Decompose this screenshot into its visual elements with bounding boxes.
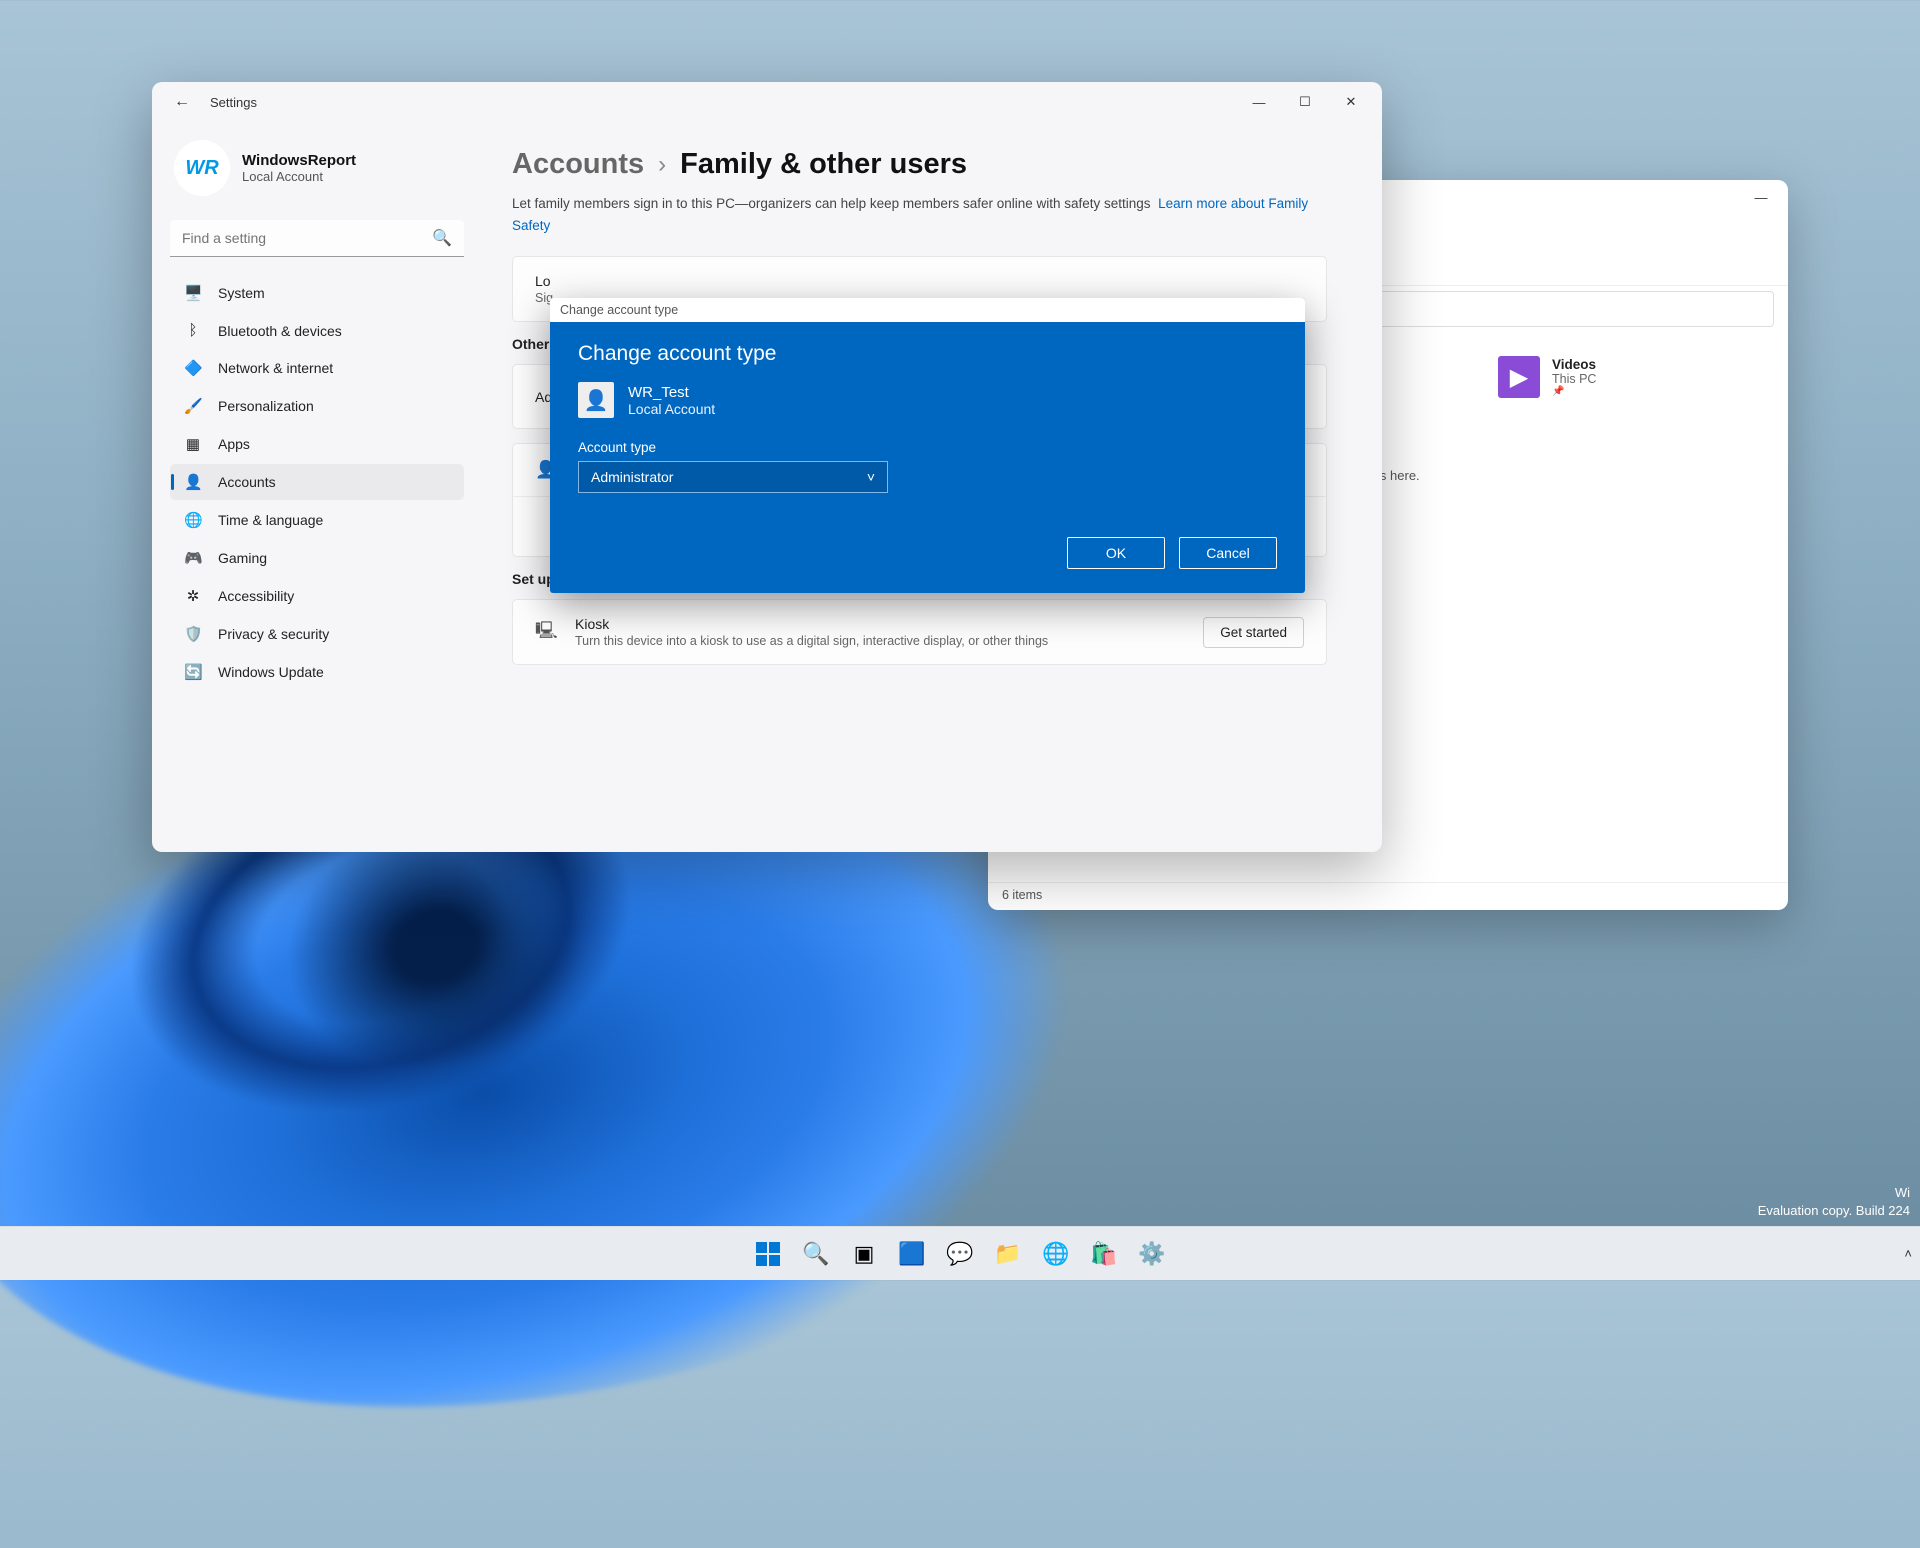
quick-item-videos[interactable]: ▶VideosThis PC📌: [1498, 356, 1698, 398]
nav-icon: 🖌️: [184, 397, 202, 415]
page-title: Family & other users: [680, 148, 967, 181]
back-button[interactable]: ←: [174, 93, 190, 111]
sidebar-item-personalization[interactable]: 🖌️ Personalization: [170, 388, 464, 424]
minimize-button[interactable]: —: [1236, 82, 1282, 122]
nav-icon: ✲: [184, 587, 202, 605]
nav-icon: 🔄: [184, 663, 202, 681]
nav-label: Accounts: [218, 474, 276, 490]
nav-icon: 🎮: [184, 549, 202, 567]
edge-taskbar-icon[interactable]: 🌐: [1034, 1232, 1078, 1276]
family-description: Let family members sign in to this PC—or…: [512, 193, 1327, 236]
system-tray[interactable]: ˄: [1904, 1246, 1912, 1261]
sidebar-item-time-language[interactable]: 🌐 Time & language: [170, 502, 464, 538]
settings-taskbar-icon[interactable]: ⚙️: [1130, 1232, 1174, 1276]
search-button[interactable]: 🔍: [794, 1232, 838, 1276]
dialog-user: 👤 WR_Test Local Account: [578, 382, 1277, 418]
person-icon: 👤: [578, 382, 614, 418]
sidebar-item-accounts[interactable]: 👤 Accounts: [170, 464, 464, 500]
nav-label: Time & language: [218, 512, 323, 528]
window-controls: — ☐ ✕: [1236, 82, 1374, 122]
sidebar: WR WindowsReport Local Account 🔍 🖥️ Syste…: [152, 122, 482, 852]
nav-icon: 👤: [184, 473, 202, 491]
search-icon: 🔍: [432, 228, 452, 248]
sidebar-item-accessibility[interactable]: ✲ Accessibility: [170, 578, 464, 614]
nav-label: Gaming: [218, 550, 267, 566]
close-button[interactable]: ✕: [1328, 82, 1374, 122]
folder-icon: ▶: [1498, 356, 1540, 398]
nav-icon: 🛡️: [184, 625, 202, 643]
nav-icon: 🌐: [184, 511, 202, 529]
start-button[interactable]: [746, 1232, 790, 1276]
cancel-button[interactable]: Cancel: [1179, 537, 1277, 569]
store-taskbar-icon[interactable]: 🛍️: [1082, 1232, 1126, 1276]
nav-icon: 🔷: [184, 359, 202, 377]
maximize-button[interactable]: ☐: [1282, 82, 1328, 122]
account-type-select[interactable]: Administrator ˅: [578, 461, 888, 493]
settings-search[interactable]: 🔍: [170, 220, 464, 257]
pin-icon: 📌: [1552, 386, 1596, 397]
breadcrumb-parent[interactable]: Accounts: [512, 148, 644, 181]
account-type-label: Account type: [578, 440, 1277, 455]
nav-label: Personalization: [218, 398, 314, 414]
ok-button[interactable]: OK: [1067, 537, 1165, 569]
sidebar-item-privacy-security[interactable]: 🛡️ Privacy & security: [170, 616, 464, 652]
sidebar-item-bluetooth-devices[interactable]: ᛒ Bluetooth & devices: [170, 313, 464, 348]
kiosk-card: 🖳 Kiosk Turn this device into a kiosk to…: [512, 599, 1327, 665]
avatar: WR: [174, 140, 230, 196]
sidebar-item-network-internet[interactable]: 🔷 Network & internet: [170, 350, 464, 386]
nav-label: Network & internet: [218, 360, 333, 376]
search-input[interactable]: [182, 230, 432, 246]
sidebar-item-apps[interactable]: ▦ Apps: [170, 426, 464, 462]
nav-label: Accessibility: [218, 588, 294, 604]
nav-icon: 🖥️: [184, 284, 202, 302]
explorer-taskbar-icon[interactable]: 📁: [986, 1232, 1030, 1276]
get-started-button[interactable]: Get started: [1203, 617, 1304, 648]
chevron-right-icon: ›: [658, 151, 666, 179]
titlebar: ← Settings — ☐ ✕: [152, 82, 1382, 122]
nav-label: System: [218, 285, 265, 301]
chat-button[interactable]: 💬: [938, 1232, 982, 1276]
breadcrumb: Accounts › Family & other users: [512, 148, 1327, 181]
dialog-title-bar: Change account type: [550, 298, 1305, 322]
sidebar-item-windows-update[interactable]: 🔄 Windows Update: [170, 654, 464, 690]
nav-label: Windows Update: [218, 664, 324, 680]
nav-icon: ▦: [184, 435, 202, 453]
profile-subtitle: Local Account: [242, 169, 356, 184]
status-bar: 6 items: [988, 882, 1788, 910]
app-title: Settings: [210, 95, 257, 110]
nav-label: Bluetooth & devices: [218, 323, 342, 339]
profile-block[interactable]: WR WindowsReport Local Account: [170, 132, 464, 214]
nav-label: Privacy & security: [218, 626, 329, 642]
taskview-button[interactable]: ▣: [842, 1232, 886, 1276]
nav-icon: ᛒ: [184, 322, 202, 339]
nav-label: Apps: [218, 436, 250, 452]
dialog-heading: Change account type: [578, 342, 1277, 366]
change-account-dialog: Change account type Change account type …: [550, 298, 1305, 593]
watermark: WiEvaluation copy. Build 224: [1758, 1184, 1910, 1220]
chevron-up-icon[interactable]: ˄: [1904, 1246, 1912, 1261]
sidebar-item-system[interactable]: 🖥️ System: [170, 275, 464, 311]
sidebar-item-gaming[interactable]: 🎮 Gaming: [170, 540, 464, 576]
taskbar: 🔍 ▣ 🟦 💬 📁 🌐 🛍️ ⚙️ ˄: [0, 1226, 1920, 1280]
kiosk-icon: 🖳: [535, 618, 557, 647]
profile-name: WindowsReport: [242, 152, 356, 169]
chevron-down-icon: ˅: [867, 469, 875, 485]
widgets-button[interactable]: 🟦: [890, 1232, 934, 1276]
